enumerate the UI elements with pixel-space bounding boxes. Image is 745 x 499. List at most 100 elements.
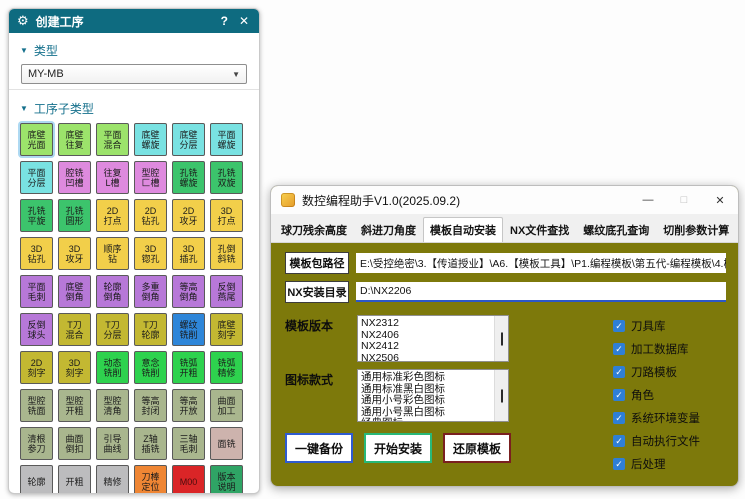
operation-subtype-button[interactable]: 精修 xyxy=(96,465,129,494)
operation-subtype-button[interactable]: 3D 打点 xyxy=(210,199,243,232)
operation-subtype-button[interactable]: 等高 封闭 xyxy=(134,389,167,422)
operation-subtype-button[interactable]: 顺序 钻 xyxy=(96,237,129,270)
template-path-input[interactable]: E:\受控绝密\3.【传道授业】\A6.【模板工具】\P1.编程模板\第五代-编… xyxy=(356,253,726,273)
tab-1[interactable]: 球刀残余高度 xyxy=(274,217,354,242)
install-button[interactable]: 开始安装 xyxy=(364,433,432,463)
list-item[interactable]: NX2312 xyxy=(361,318,492,330)
operation-subtype-button[interactable]: 型腔 匚槽 xyxy=(134,161,167,194)
operation-subtype-button[interactable]: 面铣 xyxy=(210,427,243,460)
icon-style-listbox[interactable]: 通用标准彩色图标通用标准黑白图标通用小号彩色图标通用小号黑白图标经典图标 xyxy=(357,369,509,422)
help-button[interactable]: ? xyxy=(219,14,230,28)
type-dropdown[interactable]: MY-MB ▼ xyxy=(21,64,247,84)
operation-subtype-button[interactable]: 2D 刻字 xyxy=(20,351,53,384)
operation-subtype-button[interactable]: 平面 螺旋 xyxy=(210,123,243,156)
operation-subtype-button[interactable]: 刀棒 定位 xyxy=(134,465,167,494)
operation-subtype-button[interactable]: 3D 插孔 xyxy=(172,237,205,270)
nx-install-dir-button[interactable]: NX安装目录 xyxy=(285,281,349,303)
operation-subtype-button[interactable]: 型腔 开粗 xyxy=(58,389,91,422)
operation-subtype-button[interactable]: 底壁 光面 xyxy=(20,123,53,156)
operation-subtype-button[interactable]: 孔铣 平旋 xyxy=(20,199,53,232)
tab-7[interactable]: 软件使用授权 xyxy=(736,217,739,242)
operation-subtype-button[interactable]: 3D 攻牙 xyxy=(58,237,91,270)
tab-3[interactable]: 模板自动安装 xyxy=(423,217,503,242)
tab-2[interactable]: 斜进刀角度 xyxy=(354,217,423,242)
operation-subtype-button[interactable]: 2D 钻孔 xyxy=(134,199,167,232)
operation-subtype-button[interactable]: 孔铣 螺旋 xyxy=(172,161,205,194)
tab-5[interactable]: 螺纹底孔查询 xyxy=(576,217,656,242)
operation-subtype-button[interactable]: 底壁 往复 xyxy=(58,123,91,156)
scrollbar-thumb[interactable] xyxy=(501,332,503,345)
checkbox-checked-icon[interactable]: ✓ xyxy=(613,412,625,424)
operation-subtype-button[interactable]: 2D 打点 xyxy=(96,199,129,232)
install-option[interactable]: ✓刀具库 xyxy=(613,318,700,334)
install-option[interactable]: ✓后处理 xyxy=(613,456,700,472)
operation-subtype-button[interactable]: 多重 倒角 xyxy=(134,275,167,308)
operation-subtype-button[interactable]: 动态 铣削 xyxy=(96,351,129,384)
nx-install-dir-input[interactable]: D:\NX2206 xyxy=(356,282,726,302)
install-option[interactable]: ✓加工数据库 xyxy=(613,341,700,357)
install-option[interactable]: ✓刀路模板 xyxy=(613,364,700,380)
scrollbar[interactable] xyxy=(494,316,508,361)
operation-subtype-button[interactable]: 等高 倒角 xyxy=(172,275,205,308)
type-section-header[interactable]: ▼ 类型 xyxy=(19,37,249,63)
operation-subtype-button[interactable]: 2D 攻牙 xyxy=(172,199,205,232)
operation-subtype-button[interactable]: 曲面 倒扣 xyxy=(58,427,91,460)
install-option[interactable]: ✓自动执行文件 xyxy=(613,433,700,449)
backup-button[interactable]: 一键备份 xyxy=(285,433,353,463)
operation-subtype-button[interactable]: 轮廓 倒角 xyxy=(96,275,129,308)
operation-subtype-button[interactable]: M00 xyxy=(172,465,205,494)
checkbox-checked-icon[interactable]: ✓ xyxy=(613,435,625,447)
operation-subtype-button[interactable]: 意念 铣削 xyxy=(134,351,167,384)
template-path-button[interactable]: 模板包路径 xyxy=(285,252,349,274)
checkbox-checked-icon[interactable]: ✓ xyxy=(613,389,625,401)
scrollbar-thumb[interactable] xyxy=(501,389,503,402)
operation-subtype-button[interactable]: 版本 说明 xyxy=(210,465,243,494)
operation-subtype-button[interactable]: Z轴 插铣 xyxy=(134,427,167,460)
checkbox-checked-icon[interactable]: ✓ xyxy=(613,343,625,355)
operation-subtype-button[interactable]: 3D 锪孔 xyxy=(134,237,167,270)
operation-subtype-button[interactable]: 清根 参刀 xyxy=(20,427,53,460)
operation-subtype-button[interactable]: 孔铣 圆形 xyxy=(58,199,91,232)
operation-subtype-button[interactable]: 底壁 刻字 xyxy=(210,313,243,346)
operation-subtype-button[interactable]: 往复 L槽 xyxy=(96,161,129,194)
operation-subtype-button[interactable]: 三轴 毛刺 xyxy=(172,427,205,460)
tab-4[interactable]: NX文件查找 xyxy=(503,217,576,242)
operation-subtype-button[interactable]: 引导 曲线 xyxy=(96,427,129,460)
checkbox-checked-icon[interactable]: ✓ xyxy=(613,458,625,470)
checkbox-checked-icon[interactable]: ✓ xyxy=(613,366,625,378)
operation-subtype-button[interactable]: 型腔 铣面 xyxy=(20,389,53,422)
operation-subtype-button[interactable]: T刀 轮廓 xyxy=(134,313,167,346)
template-version-listbox[interactable]: NX2312NX2406NX2412NX2506 xyxy=(357,315,509,362)
operation-subtype-button[interactable]: T刀 混合 xyxy=(58,313,91,346)
close-icon[interactable]: ✕ xyxy=(702,186,738,214)
operation-subtype-button[interactable]: 孔铣 双旋 xyxy=(210,161,243,194)
operation-subtype-button[interactable]: 等高 开放 xyxy=(172,389,205,422)
operation-subtype-button[interactable]: 铣弧 精修 xyxy=(210,351,243,384)
dialog-titlebar[interactable]: ⚙ 创建工序 ? ✕ xyxy=(9,9,259,33)
list-item[interactable]: NX2412 xyxy=(361,341,492,353)
operation-subtype-button[interactable]: 平面 混合 xyxy=(96,123,129,156)
scrollbar[interactable] xyxy=(494,370,508,421)
operation-subtype-button[interactable]: 铣弧 开粗 xyxy=(172,351,205,384)
operation-subtype-button[interactable]: 开粗 xyxy=(58,465,91,494)
tab-6[interactable]: 切削参数计算 xyxy=(656,217,736,242)
list-item[interactable]: NX2506 xyxy=(361,353,492,363)
install-option[interactable]: ✓角色 xyxy=(613,387,700,403)
list-item[interactable]: 经典图标 xyxy=(361,418,492,422)
operation-subtype-button[interactable]: 腔铣 凹槽 xyxy=(58,161,91,194)
maximize-icon[interactable]: □ xyxy=(666,186,702,214)
subtype-section-header[interactable]: ▼ 工序子类型 xyxy=(19,95,249,121)
operation-subtype-button[interactable]: 反倒 燕尾 xyxy=(210,275,243,308)
operation-subtype-button[interactable]: 型腔 清角 xyxy=(96,389,129,422)
operation-subtype-button[interactable]: 螺纹 铣削 xyxy=(172,313,205,346)
operation-subtype-button[interactable]: 平面 毛刺 xyxy=(20,275,53,308)
minimize-icon[interactable]: — xyxy=(630,186,666,214)
restore-button[interactable]: 还原模板 xyxy=(443,433,511,463)
operation-subtype-button[interactable]: 轮廓 xyxy=(20,465,53,494)
operation-subtype-button[interactable]: 底壁 螺旋 xyxy=(134,123,167,156)
operation-subtype-button[interactable]: 3D 钻孔 xyxy=(20,237,53,270)
operation-subtype-button[interactable]: 反倒 球头 xyxy=(20,313,53,346)
operation-subtype-button[interactable]: 底壁 倒角 xyxy=(58,275,91,308)
operation-subtype-button[interactable]: 底壁 分层 xyxy=(172,123,205,156)
window-titlebar[interactable]: 数控编程助手V1.0(2025.09.2) — □ ✕ xyxy=(271,186,738,214)
